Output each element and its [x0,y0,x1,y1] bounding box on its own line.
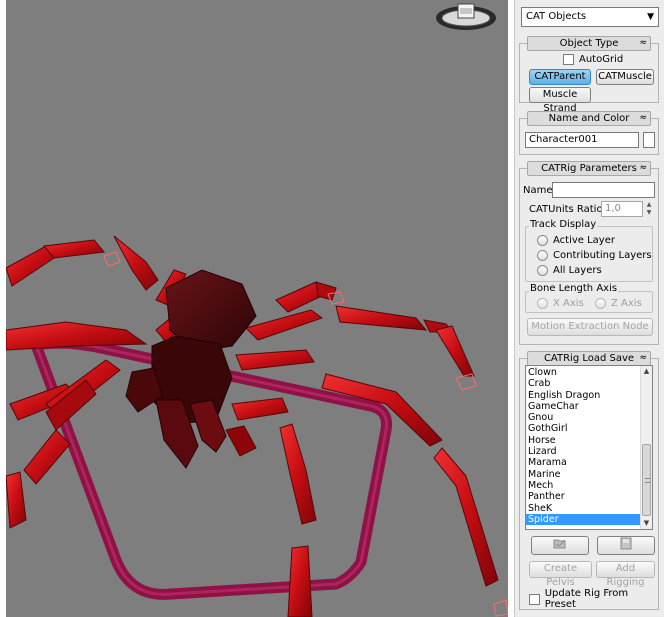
rollout-object-type: Object Type ≈ AutoGrid CATParent CATMusc… [519,35,659,114]
rollout-title: Object Type [559,38,619,49]
rollout-header-catrig-load-save[interactable]: CATRig Load Save ≈ [527,351,651,366]
radio-label: Contributing Layers [553,250,652,261]
radio-z-axis[interactable]: Z Axis [595,298,642,309]
radio-label: Active Layer [553,235,615,246]
rollout-catrig-parameters: CATRig Parameters ≈ Name: CATUnits Ratio… [519,160,659,345]
preset-scrollbar[interactable]: ▲ ▼ [640,366,652,529]
spinner-icon[interactable]: ▲ ▼ [645,201,653,217]
collapse-icon[interactable]: ≈ [639,162,647,175]
preset-item[interactable]: SheK [526,503,641,514]
preset-item[interactable]: GothGirl [526,423,641,434]
scroll-up-icon[interactable]: ▲ [641,366,652,377]
autogrid-checkbox[interactable]: AutoGrid [563,54,623,65]
save-preset-icon [620,537,632,553]
spider-rig-scene [6,235,508,617]
save-preset-button[interactable] [597,536,655,555]
preset-item[interactable]: Panther [526,491,641,502]
preset-item[interactable]: Crab [526,378,641,389]
radio-label: All Layers [553,265,602,276]
rollout-name-color: Name and Color ≈ Character001 [519,110,659,155]
open-preset-button[interactable] [531,536,589,555]
autogrid-label: AutoGrid [579,54,624,65]
rollout-title: CATRig Load Save [543,353,635,364]
rig-name-label: Name: [523,185,556,196]
scroll-thumb[interactable] [642,444,651,516]
radio-dot[interactable] [537,298,548,309]
rollout-title: CATRig Parameters [541,163,637,174]
rollout-header-object-type[interactable]: Object Type ≈ [527,36,651,51]
chevron-down-icon: ▼ [647,12,654,22]
catunits-ratio-label: CATUnits Ratio: [529,204,606,215]
collapse-icon[interactable]: ≈ [639,352,647,365]
open-preset-icon [553,539,567,553]
create-pelvis-button[interactable]: Create Pelvis [529,561,592,588]
rollout-title: Name and Color [548,113,630,124]
preset-item[interactable]: GameChar [526,401,641,412]
preset-item[interactable]: Lizard [526,446,641,457]
radio-label: Z Axis [611,298,642,309]
motion-extraction-node-button[interactable]: Motion Extraction Node [527,318,653,336]
command-panel: CAT Objects ▼ Object Type ≈ AutoGrid CAT… [514,0,664,617]
update-rig-checkbox[interactable]: Update Rig From Preset [529,588,659,610]
radio-all-layers[interactable]: All Layers [537,265,602,276]
radio-dot[interactable] [537,265,548,276]
muscle-strand-button[interactable]: Muscle Strand [529,87,591,114]
rollout-header-catrig-parameters[interactable]: CATRig Parameters ≈ [527,161,651,176]
catunits-ratio-field[interactable]: 1,0 [601,201,643,217]
add-rigging-button[interactable]: Add Rigging [596,561,655,588]
rig-name-field[interactable] [552,182,655,198]
category-dropdown[interactable]: CAT Objects ▼ [521,7,659,27]
update-rig-label: Update Rig From Preset [544,588,629,610]
radio-dot[interactable] [537,235,548,246]
preset-list: Clown Crab English Dragon GameChar Gnou GothG… [526,367,641,526]
preset-item[interactable]: Clown [526,367,641,378]
rollout-catrig-load-save: CATRig Load Save ≈ Clown Crab English Drag… [519,350,659,610]
preset-item[interactable]: Marama [526,457,641,468]
radio-contributing-layers[interactable]: Contributing Layers [537,250,652,261]
viewport-perspective[interactable] [6,0,508,617]
preset-item[interactable]: Horse [526,435,641,446]
radio-dot[interactable] [537,250,548,261]
radio-x-axis[interactable]: X Axis [537,298,584,309]
checkbox-box[interactable] [529,593,540,605]
checkbox-box[interactable] [563,54,574,65]
collapse-icon[interactable]: ≈ [639,112,647,125]
preset-item[interactable]: English Dragon [526,390,641,401]
catmuscle-button[interactable]: CATMuscle [596,69,654,85]
object-name-field[interactable]: Character001 [525,132,639,148]
spider-legs [6,235,499,617]
radio-dot[interactable] [595,298,606,309]
rollout-header-name-color[interactable]: Name and Color ≈ [527,111,651,126]
preset-item[interactable]: Gnou [526,412,641,423]
catparent-button[interactable]: CATParent [529,69,591,85]
track-display-label: Track Display [529,219,598,230]
radio-active-layer[interactable]: Active Layer [537,235,615,246]
viewcube-icon[interactable] [434,0,498,32]
preset-item[interactable]: Spider [526,513,641,526]
scroll-down-icon[interactable]: ▼ [641,518,652,529]
preset-listbox[interactable]: Clown Crab English Dragon GameChar Gnou GothG… [525,365,653,530]
category-dropdown-value: CAT Objects [526,11,587,22]
collapse-icon[interactable]: ≈ [639,37,647,50]
preset-item[interactable]: Mech [526,480,641,491]
bone-axis-label: Bone Length Axis [529,283,619,294]
color-swatch[interactable] [643,132,655,148]
radio-label: X Axis [553,298,584,309]
preset-item[interactable]: Marine [526,469,641,480]
